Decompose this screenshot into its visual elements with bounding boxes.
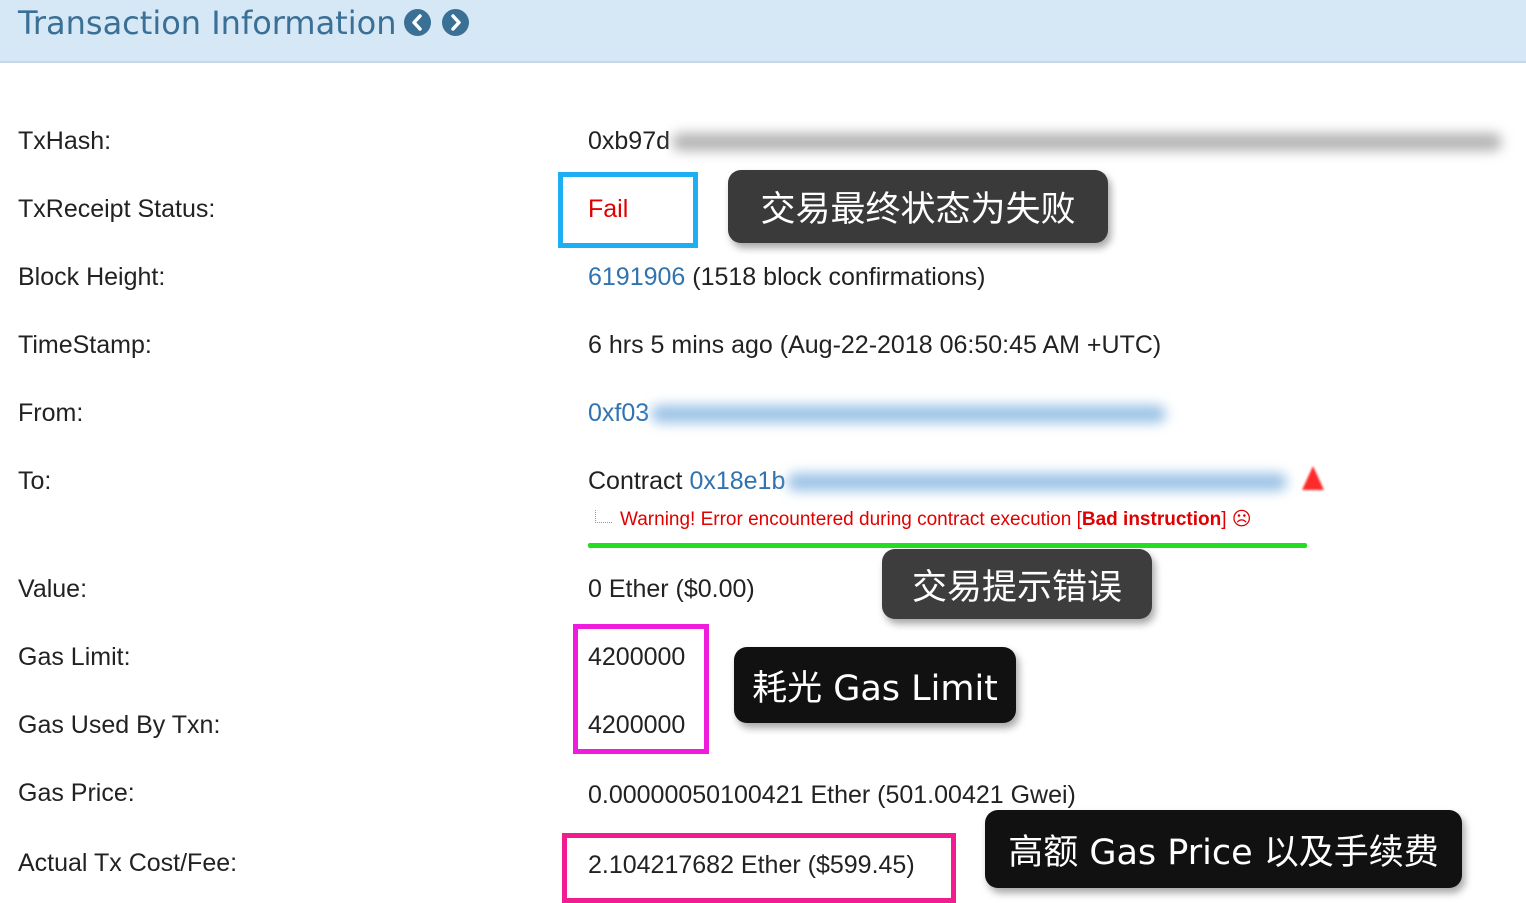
to-contract-address-link[interactable]: 0x18e1b bbox=[689, 467, 785, 495]
warning-text: Warning! Error encountered during contra… bbox=[620, 509, 1082, 530]
warning-bold-text: Bad instruction bbox=[1081, 509, 1222, 530]
price-annotation: 高额 Gas Price 以及手续费 bbox=[985, 810, 1462, 888]
block-confirmations: (1518 block confirmations) bbox=[685, 263, 986, 291]
from-address-redaction bbox=[651, 405, 1167, 424]
from-address-link[interactable]: 0xf03 bbox=[588, 399, 649, 427]
txhash-redaction bbox=[672, 133, 1503, 152]
warning-triangle-icon bbox=[1302, 466, 1324, 490]
block-height-value: 6191906 (1518 block confirmations) bbox=[588, 262, 985, 292]
to-label: To: bbox=[18, 467, 52, 495]
gas-used-label: Gas Used By Txn: bbox=[18, 711, 221, 739]
error-annotation: 交易提示错误 bbox=[882, 549, 1152, 619]
status-highlight-box bbox=[558, 172, 698, 248]
status-annotation: 交易最终状态为失败 bbox=[728, 170, 1108, 243]
next-transaction-button[interactable] bbox=[442, 9, 469, 36]
from-value: 0xf03 bbox=[588, 398, 1167, 428]
contract-error-warning: Warning! Error encountered during contra… bbox=[595, 508, 1252, 531]
status-label: TxReceipt Status: bbox=[18, 195, 216, 223]
fee-highlight-box bbox=[562, 833, 956, 903]
gas-limit-label: Gas Limit: bbox=[18, 643, 131, 671]
value-label: Value: bbox=[18, 575, 88, 603]
warning-end-text: ] ☹ bbox=[1221, 509, 1252, 530]
timestamp-value: 6 hrs 5 mins ago (Aug-22-2018 06:50:45 A… bbox=[588, 331, 1162, 359]
txhash-visible-part: 0xb97d bbox=[588, 127, 671, 155]
page-header: Transaction Information bbox=[0, 0, 1526, 63]
block-number-link[interactable]: 6191906 bbox=[588, 263, 685, 291]
from-label: From: bbox=[18, 399, 84, 427]
value-amount: 0 Ether ($0.00) bbox=[588, 575, 755, 603]
to-value: Contract 0x18e1b bbox=[588, 466, 1288, 496]
previous-transaction-button[interactable] bbox=[404, 9, 431, 36]
fee-label: Actual Tx Cost/Fee: bbox=[18, 849, 238, 877]
tree-connector-icon bbox=[595, 510, 612, 523]
gas-annotation: 耗光 Gas Limit bbox=[734, 647, 1016, 723]
warning-highlight-underline bbox=[588, 543, 1307, 548]
chevron-right-icon bbox=[451, 14, 461, 31]
gas-price-value: 0.00000050100421 Ether (501.00421 Gwei) bbox=[588, 781, 1076, 809]
gas-highlight-box bbox=[573, 624, 709, 754]
timestamp-label: TimeStamp: bbox=[18, 331, 152, 359]
txhash-label: TxHash: bbox=[18, 127, 112, 155]
to-contract-prefix: Contract bbox=[588, 467, 690, 495]
to-address-redaction bbox=[787, 473, 1288, 492]
txhash-value: 0xb97d bbox=[588, 126, 1503, 156]
chevron-left-icon bbox=[412, 14, 422, 31]
block-height-label: Block Height: bbox=[18, 263, 166, 291]
gas-price-label: Gas Price: bbox=[18, 779, 135, 807]
page-title: Transaction Information bbox=[18, 4, 397, 42]
